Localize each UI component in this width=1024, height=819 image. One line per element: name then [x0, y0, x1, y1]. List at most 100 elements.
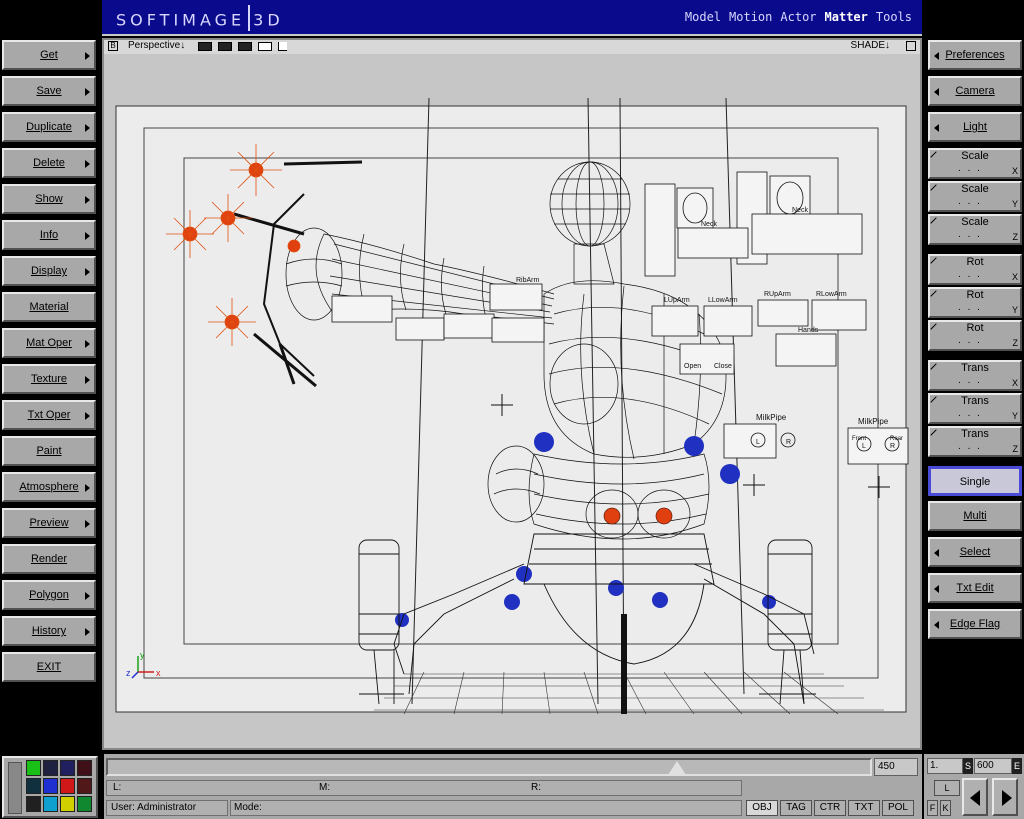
tag-mode-button[interactable]: TAG	[780, 800, 812, 816]
color-swatch[interactable]	[60, 778, 75, 794]
f-toggle[interactable]: F	[927, 800, 938, 816]
title-bar: SOFTIMAGE 3D Model Motion Actor Matter To…	[102, 0, 922, 36]
color-swatch[interactable]	[43, 796, 58, 812]
info-button[interactable]: Info	[2, 220, 96, 250]
edge-flag-button[interactable]: Edge Flag	[928, 609, 1022, 639]
viewport-name[interactable]: Perspective↓	[128, 40, 185, 51]
viewport-stage[interactable]: Neck Neck RibArm LUpArm LLowArm RUpArm R…	[104, 54, 920, 748]
k-toggle[interactable]: K	[940, 800, 951, 816]
l-button-label-2: L	[862, 443, 866, 450]
trans-y-value: . . .	[958, 408, 982, 419]
polygon-button[interactable]: Polygon	[2, 580, 96, 610]
start-frame-field[interactable]: 1.	[927, 758, 963, 774]
txt-edit-button[interactable]: Txt Edit	[928, 573, 1022, 603]
select-label: Select	[959, 546, 991, 558]
camera-button[interactable]: Camera	[928, 76, 1022, 106]
view-mode-icon[interactable]	[258, 42, 272, 51]
frame-slider[interactable]	[106, 758, 872, 776]
color-swatch[interactable]	[77, 778, 92, 794]
arrow-right-icon	[85, 592, 90, 600]
multi-button[interactable]: Multi	[928, 501, 1022, 531]
play-backward-button[interactable]	[962, 778, 988, 816]
viewport-badge[interactable]: B	[108, 41, 118, 51]
light-label: Light	[963, 121, 987, 133]
rot-x-button[interactable]: Rot. . . X	[928, 254, 1022, 285]
display-button[interactable]: Display	[2, 256, 96, 286]
color-swatch[interactable]	[26, 760, 41, 776]
arrow-right-icon	[85, 628, 90, 636]
rot-z-button[interactable]: Rot. . . Z	[928, 320, 1022, 351]
r-button-label: R	[786, 439, 791, 446]
scale-x-button[interactable]: Scale. . . X	[928, 148, 1022, 179]
trans-y-button[interactable]: Trans. . . Y	[928, 393, 1022, 424]
mode-field: Mode:	[230, 800, 742, 816]
scale-y-axis: Y	[1011, 199, 1018, 209]
arrow-left-icon	[934, 88, 939, 96]
history-button[interactable]: History	[2, 616, 96, 646]
module-matter[interactable]: Matter	[825, 10, 868, 24]
exit-button[interactable]: EXIT	[2, 652, 96, 682]
trans-y-axis: Y	[1011, 411, 1018, 421]
loop-toggle[interactable]: L	[934, 780, 960, 796]
timeline-panel: 450 L: M: R: User: Administrator Mode: O…	[104, 754, 922, 819]
single-button[interactable]: Single	[928, 466, 1022, 496]
frame-slider-thumb[interactable]	[668, 761, 686, 775]
preferences-button[interactable]: Preferences	[928, 40, 1022, 70]
color-swatch[interactable]	[60, 796, 75, 812]
lup-arm-label: LUpArm	[664, 297, 690, 304]
end-frame-field[interactable]: 600	[974, 758, 1012, 774]
color-swatch[interactable]	[77, 796, 92, 812]
current-color-well[interactable]	[8, 762, 22, 814]
material-button[interactable]: Material	[2, 292, 96, 322]
view-mode-icon[interactable]	[198, 42, 212, 51]
right-menu: Preferences Camera Light Scale. . . X Scal…	[924, 36, 1024, 686]
view-mode-icon[interactable]	[218, 42, 232, 51]
save-button[interactable]: Save	[2, 76, 96, 106]
trans-x-button[interactable]: Trans. . . X	[928, 360, 1022, 391]
module-tools[interactable]: Tools	[876, 10, 912, 24]
select-button[interactable]: Select	[928, 537, 1022, 567]
color-swatch[interactable]	[26, 796, 41, 812]
color-swatch[interactable]	[77, 760, 92, 776]
color-swatch[interactable]	[43, 760, 58, 776]
mat-oper-button[interactable]: Mat Oper	[2, 328, 96, 358]
current-frame-field[interactable]: 450	[874, 758, 918, 776]
atmosphere-button[interactable]: Atmosphere	[2, 472, 96, 502]
corner-icon[interactable]	[278, 42, 287, 51]
color-swatch[interactable]	[43, 778, 58, 794]
shade-toggle[interactable]: SHADE↓	[851, 40, 890, 51]
pol-mode-button[interactable]: POL	[882, 800, 914, 816]
play-forward-button[interactable]	[992, 778, 1018, 816]
txt-mode-button[interactable]: TXT	[848, 800, 880, 816]
rot-y-value: . . .	[958, 302, 982, 313]
trans-x-axis: X	[1011, 378, 1018, 388]
trans-z-value: . . .	[958, 441, 982, 452]
delete-button[interactable]: Delete	[2, 148, 96, 178]
obj-mode-button[interactable]: OBJ	[746, 800, 778, 816]
trans-z-button[interactable]: Trans. . . Z	[928, 426, 1022, 457]
maximize-icon[interactable]	[906, 41, 916, 51]
get-button[interactable]: Get	[2, 40, 96, 70]
module-motion[interactable]: Motion	[729, 10, 772, 24]
txt-oper-button[interactable]: Txt Oper	[2, 400, 96, 430]
ctr-mode-button[interactable]: CTR	[814, 800, 846, 816]
view-mode-icon[interactable]	[238, 42, 252, 51]
module-model[interactable]: Model	[685, 10, 721, 24]
rot-y-button[interactable]: Rot. . . Y	[928, 287, 1022, 318]
preview-button[interactable]: Preview	[2, 508, 96, 538]
scale-z-button[interactable]: Scale. . . Z	[928, 214, 1022, 245]
module-actor[interactable]: Actor	[780, 10, 816, 24]
color-swatch[interactable]	[26, 778, 41, 794]
show-button[interactable]: Show	[2, 184, 96, 214]
light-button[interactable]: Light	[928, 112, 1022, 142]
duplicate-button[interactable]: Duplicate	[2, 112, 96, 142]
perspective-viewport[interactable]: B Perspective↓ SHADE↓ Neck Neck RibArm L…	[102, 38, 922, 750]
scale-y-button[interactable]: Scale. . . Y	[928, 181, 1022, 212]
user-field: User: Administrator	[106, 800, 228, 816]
texture-button[interactable]: Texture	[2, 364, 96, 394]
paint-button[interactable]: Paint	[2, 436, 96, 466]
rib-arm-label: RibArm	[516, 277, 540, 284]
render-button[interactable]: Render	[2, 544, 96, 574]
milk-pipe-1-label: MilkPipe	[756, 413, 787, 422]
color-swatch[interactable]	[60, 760, 75, 776]
